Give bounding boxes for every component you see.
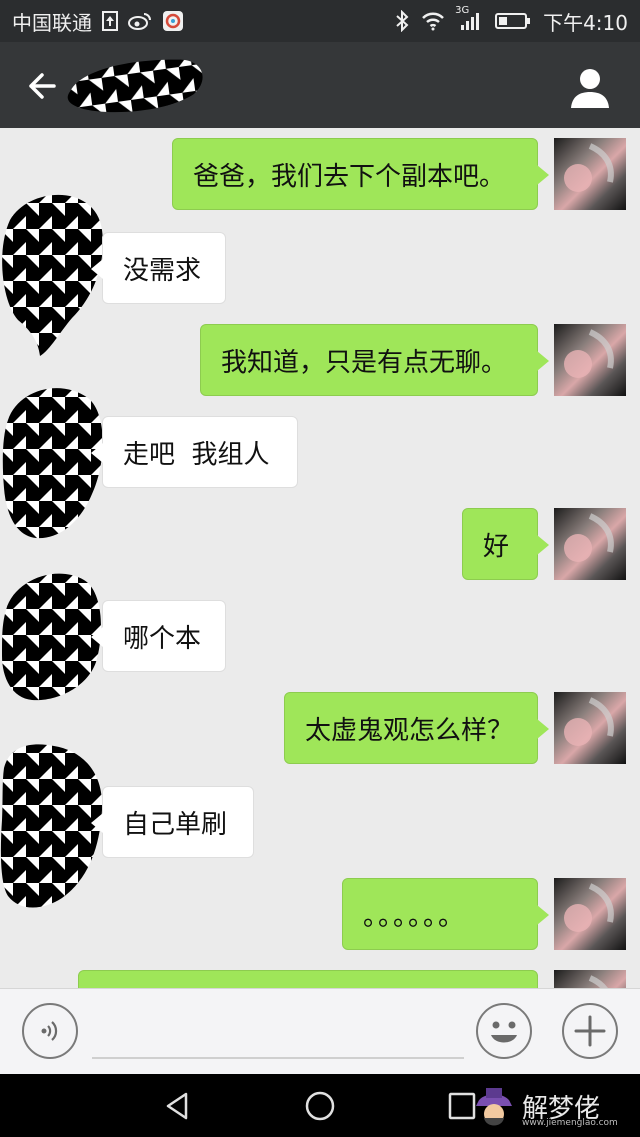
contact-message-bubble[interactable]: 自己单刷 [91,786,254,858]
weibo-icon [128,11,152,31]
my-avatar[interactable] [554,878,626,950]
my-message-bubble[interactable]: 我知道，只是有点无聊。 [200,324,549,396]
message-row: 自己单刷 [0,786,640,858]
emoji-button[interactable] [476,1003,532,1059]
contact-message-bubble[interactable]: 哪个本 [91,600,226,672]
back-button[interactable] [22,66,62,106]
my-message-bubble[interactable] [78,970,538,988]
contact-message-bubble[interactable]: 没需求 [91,232,226,304]
plus-icon [574,1015,606,1047]
message-text: 爸爸，我们去下个副本吧。 [193,161,506,192]
message-text: 没需求 [123,255,202,286]
my-message-bubble[interactable]: 太虚鬼观怎么样？ [284,692,549,764]
profile-button[interactable] [568,66,612,110]
circle-home-icon[interactable] [302,1088,338,1124]
my-message-bubble[interactable]: 好 [462,508,549,580]
smiley-icon [491,1021,517,1043]
message-text: 好 [483,531,510,562]
chat-screen: 中国联通 3G 下午4:10 爸爸，我们去下个副本吧。 没需求 我知道，只是有点… [0,0,640,1137]
contact-message-bubble[interactable]: 走吧 我组人 [91,416,298,488]
my-avatar[interactable] [554,324,626,396]
battery-icon [495,12,531,30]
message-text: 哪个本 [123,623,202,654]
message-text: 自己单刷 [123,809,228,840]
input-bar [0,988,640,1074]
watermark: 解梦佬 www.jiemenglao.com [472,1078,636,1134]
my-avatar[interactable] [554,138,626,210]
watermark-logo-icon [476,1088,512,1126]
upload-icon [102,11,118,31]
my-avatar[interactable] [554,970,626,988]
voice-icon [41,1021,58,1041]
message-row: 。。。。。。 [0,878,640,950]
clock: 下午4:10 [543,10,628,35]
more-button[interactable] [562,1003,618,1059]
my-message-bubble[interactable]: 爸爸，我们去下个副本吧。 [172,138,549,210]
message-row: 哪个本 [0,600,640,672]
message-text: 。。。。。。 [363,901,467,932]
carrier-label: 中国联通 [12,10,92,35]
contact-name-redacted [67,59,203,113]
my-avatar[interactable] [554,508,626,580]
message-input[interactable] [92,1003,464,1059]
status-bar: 中国联通 3G 下午4:10 [0,0,640,42]
message-row: 走吧 我组人 [0,416,640,488]
arrow-left-icon [29,73,56,99]
message-list[interactable]: 爸爸，我们去下个副本吧。 没需求 我知道，只是有点无聊。 走吧 我组人 好 哪个… [0,128,640,988]
bluetooth-icon [395,10,409,32]
my-message-bubble[interactable]: 。。。。。。 [342,878,549,950]
voice-button[interactable] [22,1003,78,1059]
watermark-url: www.jiemenglao.com [522,1118,618,1128]
title-bar [0,42,640,128]
triangle-back-icon[interactable] [160,1088,196,1124]
message-row [0,970,640,988]
message-row: 没需求 [0,232,640,304]
wifi-icon [421,11,445,31]
network-type: 3G [455,5,470,16]
app-notification-icon [162,10,184,32]
my-avatar[interactable] [554,692,626,764]
person-icon [571,69,609,108]
message-text: 走吧 我组人 [123,439,270,470]
signal-icon: 3G [455,5,483,31]
message-text: 我知道，只是有点无聊。 [221,347,508,378]
message-text: 太虚鬼观怎么样？ [305,715,514,746]
